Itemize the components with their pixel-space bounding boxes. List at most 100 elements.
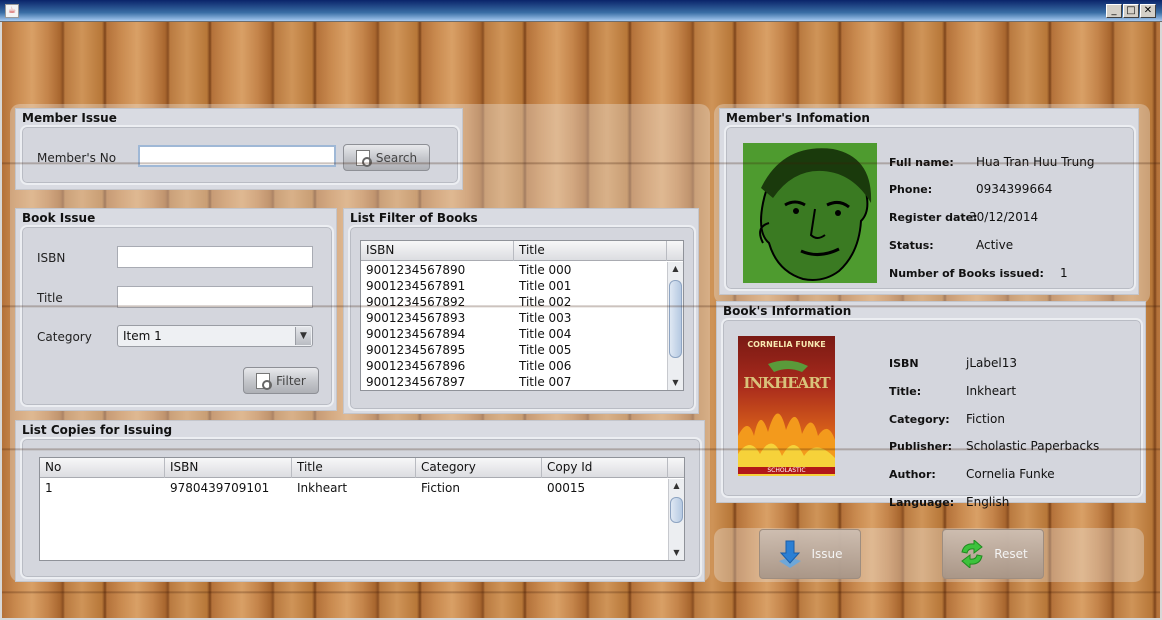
title-bar: ☕ _ □ ✕ — [0, 0, 1162, 22]
table-row[interactable]: 9001234567890 Title 000 — [361, 262, 667, 278]
cell-isbn: 9001234567893 — [366, 311, 466, 325]
books-filter-table[interactable]: ISBN Title 9001234567890 Title 000 9001234… — [360, 240, 684, 391]
copies-scrollbar[interactable]: ▲ ▼ — [668, 479, 684, 560]
download-arrow-icon — [779, 540, 802, 568]
book-field-value: Cornelia Funke — [966, 467, 1055, 481]
cell-isbn: 9001234567890 — [366, 263, 466, 277]
search-button[interactable]: Search — [343, 144, 430, 171]
member-field-label: Number of Books issued: — [889, 267, 1044, 280]
category-select[interactable]: Item 1 ▼ — [117, 325, 313, 347]
cell-title: Title 000 — [519, 263, 572, 277]
close-button[interactable]: ✕ — [1140, 4, 1156, 18]
minimize-button[interactable]: _ — [1106, 4, 1122, 18]
filter-icon — [256, 372, 273, 390]
cell-isbn: 9001234567895 — [366, 343, 466, 357]
column-header-no[interactable]: No — [40, 458, 165, 478]
books-filter-body: 9001234567890 Title 000 9001234567891 Title… — [361, 262, 667, 390]
book-field-value: Scholastic Paperbacks — [966, 439, 1100, 453]
member-info-panel: Member's Infomation Full name: Hua Tran H… — [719, 108, 1139, 295]
copies-table[interactable]: No ISBN Title Category Copy Id 1 97804397… — [39, 457, 685, 561]
cell-no: 1 — [45, 481, 53, 495]
member-field-label: Full name: — [889, 156, 954, 169]
column-header-isbn[interactable]: ISBN — [361, 241, 514, 261]
scroll-thumb[interactable] — [669, 280, 682, 358]
member-issue-panel: Member Issue Member's No Search — [15, 108, 463, 190]
book-field-label: Title: — [889, 385, 922, 398]
title-input[interactable] — [117, 286, 313, 308]
scroll-thumb[interactable] — [670, 497, 683, 523]
cell-copy-id: 00015 — [547, 481, 586, 495]
member-field-value: Hua Tran Huu Trung — [976, 155, 1095, 169]
reset-button-label: Reset — [994, 547, 1028, 561]
issue-button-label: Issue — [811, 547, 843, 561]
flame-illustration — [738, 360, 835, 476]
java-icon: ☕ — [5, 4, 19, 18]
member-field-value: 1 — [1060, 266, 1068, 280]
book-field-value: jLabel13 — [966, 356, 1017, 370]
books-filter-header: ISBN Title — [361, 241, 683, 261]
book-field-label: Language: — [889, 496, 955, 509]
member-info-title: Member's Infomation — [726, 111, 870, 125]
cell-isbn: 9780439709101 — [170, 481, 270, 495]
filter-button[interactable]: Filter — [243, 367, 319, 394]
cell-title: Title 005 — [519, 343, 572, 357]
table-row[interactable]: 1 9780439709101 Inkheart Fiction 00015 — [40, 480, 668, 496]
table-row[interactable]: 9001234567894 Title 004 — [361, 326, 667, 342]
member-field-value: Active — [976, 238, 1014, 252]
category-label: Category — [37, 330, 92, 344]
refresh-icon — [961, 540, 984, 568]
cell-title: Title 004 — [519, 327, 572, 341]
book-info-panel: Book's Information CORNELIA FUNKE INKHEA… — [716, 301, 1146, 509]
book-field-label: Publisher: — [889, 440, 952, 453]
scroll-up-icon[interactable]: ▲ — [668, 262, 683, 276]
member-field-label: Register date: — [889, 211, 978, 224]
table-row[interactable]: 9001234567897 Title 007 — [361, 374, 667, 390]
cell-title: Title 002 — [519, 295, 572, 309]
member-portrait-image — [743, 143, 877, 283]
book-field-label: ISBN — [889, 357, 919, 370]
book-field-value: Inkheart — [966, 384, 1017, 398]
list-copies-title: List Copies for Issuing — [22, 423, 173, 437]
book-field-value: English — [966, 495, 1010, 509]
cell-isbn: 9001234567894 — [366, 327, 466, 341]
issue-button[interactable]: Issue — [759, 529, 861, 579]
table-row[interactable]: 9001234567891 Title 001 — [361, 278, 667, 294]
scroll-up-icon[interactable]: ▲ — [669, 479, 684, 493]
column-header-category[interactable]: Category — [416, 458, 542, 478]
book-field-label: Author: — [889, 468, 936, 481]
wood-background: Member Issue Member's No Search Book Iss… — [2, 22, 1160, 618]
table-row[interactable]: 9001234567892 Title 002 — [361, 294, 667, 310]
reset-button[interactable]: Reset — [942, 529, 1044, 579]
maximize-button[interactable]: □ — [1123, 4, 1139, 18]
member-field-label: Phone: — [889, 183, 933, 196]
table-row[interactable]: 9001234567893 Title 003 — [361, 310, 667, 326]
member-field-value: 30/12/2014 — [969, 210, 1039, 224]
list-copies-panel: List Copies for Issuing No ISBN Title Ca… — [15, 420, 705, 582]
cell-title: Title 007 — [519, 375, 572, 389]
scroll-down-icon[interactable]: ▼ — [668, 376, 683, 390]
column-header-isbn[interactable]: ISBN — [165, 458, 292, 478]
cell-isbn: 9001234567896 — [366, 359, 466, 373]
cell-isbn: 9001234567897 — [366, 375, 466, 389]
copies-body: 1 9780439709101 Inkheart Fiction 00015 — [40, 480, 668, 496]
book-info-title: Book's Information — [723, 304, 852, 318]
column-header-title[interactable]: Title — [514, 241, 667, 261]
member-no-label: Member's No — [37, 151, 117, 165]
table-row[interactable]: 9001234567896 Title 006 — [361, 358, 667, 374]
books-filter-scrollbar[interactable]: ▲ ▼ — [667, 262, 683, 390]
member-field-label: Status: — [889, 239, 934, 252]
cell-title: Title 003 — [519, 311, 572, 325]
scroll-down-icon[interactable]: ▼ — [669, 546, 684, 560]
column-header-title[interactable]: Title — [292, 458, 416, 478]
book-field-value: Fiction — [966, 412, 1005, 426]
member-no-input[interactable] — [138, 145, 336, 167]
member-photo — [743, 143, 877, 283]
table-row[interactable]: 9001234567895 Title 005 — [361, 342, 667, 358]
isbn-input[interactable] — [117, 246, 313, 268]
cell-isbn: 9001234567892 — [366, 295, 466, 309]
chevron-down-icon[interactable]: ▼ — [295, 327, 311, 345]
book-issue-panel: Book Issue ISBN Title Category Item 1 ▼ … — [15, 208, 337, 411]
column-header-copy-id[interactable]: Copy Id — [542, 458, 668, 478]
isbn-label: ISBN — [37, 251, 66, 265]
cell-isbn: 9001234567891 — [366, 279, 466, 293]
